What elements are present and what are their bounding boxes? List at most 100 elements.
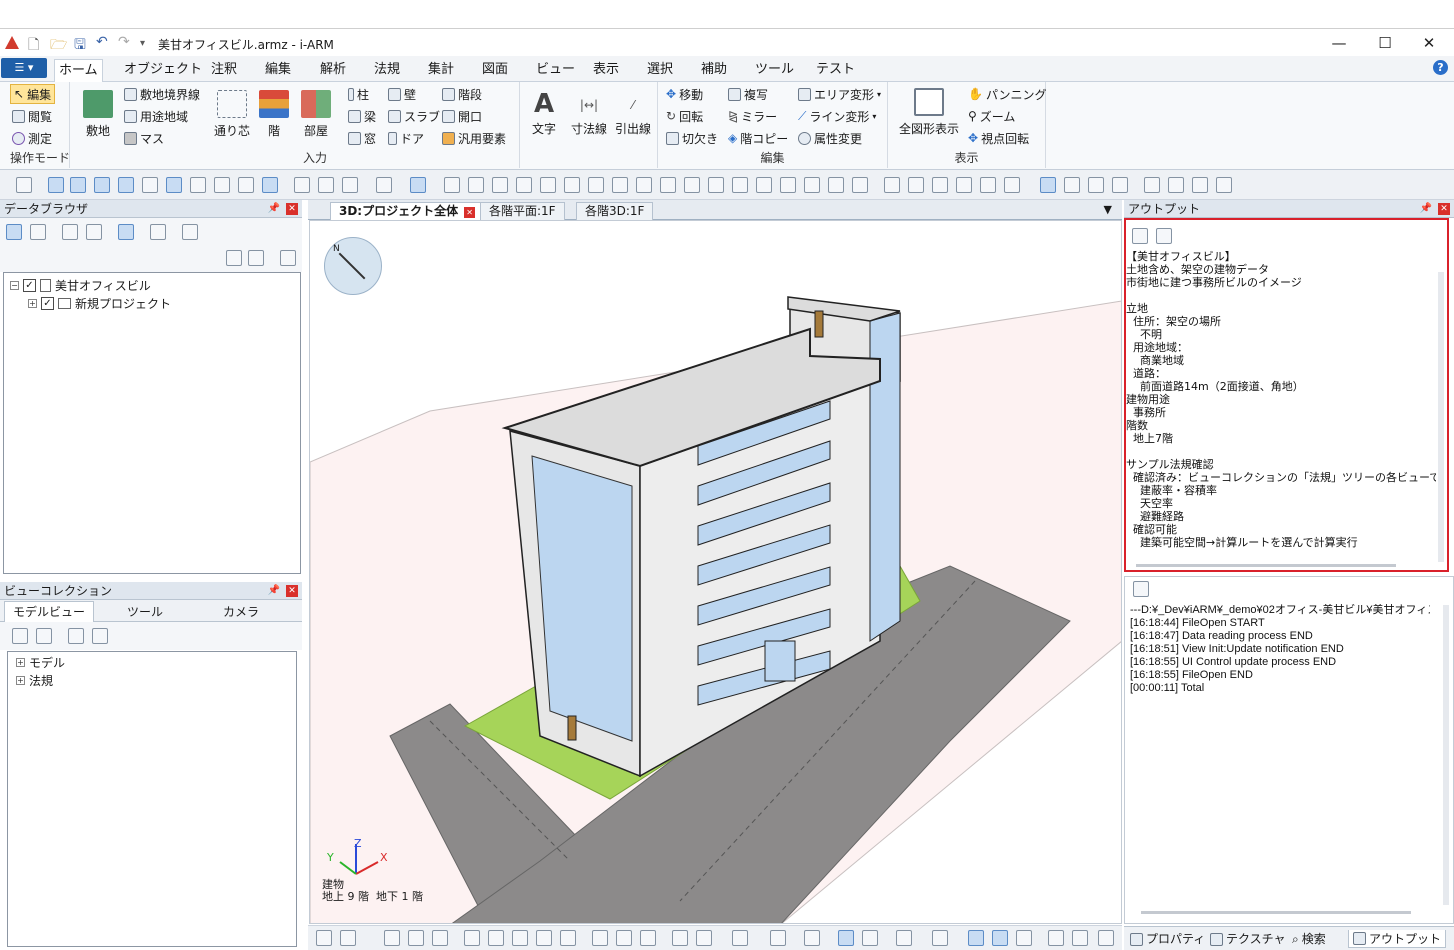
pin-icon[interactable]: 📌	[268, 200, 280, 218]
screen-icon[interactable]	[640, 930, 656, 946]
text-button[interactable]: A 文字	[528, 88, 560, 137]
snap-extra-icon[interactable]	[376, 177, 392, 193]
flag-icon[interactable]	[616, 930, 632, 946]
shade-icon[interactable]	[408, 930, 424, 946]
pin-icon[interactable]: 📌	[1420, 200, 1432, 218]
tab-search[interactable]: ⌕ 検索	[1292, 930, 1326, 948]
tab-display[interactable]: 表示	[589, 59, 623, 82]
view-image-icon[interactable]	[1112, 177, 1128, 193]
filter-search-icon[interactable]	[280, 250, 296, 266]
dot-grid-icon[interactable]	[294, 177, 310, 193]
view-tab-floor-plan-1f[interactable]: 各階平面:1F	[480, 202, 565, 220]
customize-quick-access-icon[interactable]: ▾	[140, 38, 145, 49]
settings-icon[interactable]	[1098, 930, 1114, 946]
add-view-icon[interactable]	[92, 628, 108, 644]
box-icon[interactable]	[896, 930, 912, 946]
tab-object[interactable]: オブジェクト	[120, 59, 206, 82]
view-layer-icon[interactable]	[1088, 177, 1104, 193]
log-hscrollbar[interactable]	[1141, 911, 1411, 914]
filter-model-icon[interactable]	[828, 177, 844, 193]
snap-perpendicular-icon[interactable]	[166, 177, 182, 193]
new-view-icon[interactable]	[36, 628, 52, 644]
tab-tools-view[interactable]: ツール	[100, 603, 190, 621]
layer-icon[interactable]	[696, 930, 712, 946]
zoom-button[interactable]: ⚲ ズーム	[968, 106, 1015, 126]
site-button[interactable]: 敷地	[80, 90, 116, 139]
new-file-icon[interactable]: 🗋	[28, 34, 39, 58]
filter-door-icon[interactable]	[636, 177, 652, 193]
clip-box-icon[interactable]	[1168, 177, 1184, 193]
filter-room-icon[interactable]	[684, 177, 700, 193]
filter-dimension-icon[interactable]	[884, 177, 900, 193]
tab-home[interactable]: ホーム	[54, 59, 103, 82]
filter-grid-icon[interactable]	[956, 177, 972, 193]
pan-button[interactable]: ✋ パンニング	[968, 84, 1047, 104]
beam-button[interactable]: 梁	[348, 106, 376, 126]
area-transform-button[interactable]: エリア変形 ▾	[798, 84, 881, 104]
view-paint-icon[interactable]	[1064, 177, 1080, 193]
tab-test[interactable]: テスト	[812, 59, 859, 82]
mass-button[interactable]: マス	[124, 128, 164, 148]
tree-delete-icon[interactable]	[182, 224, 198, 240]
window-button[interactable]: 窓	[348, 128, 376, 148]
filter-furniture-icon[interactable]	[852, 177, 868, 193]
cut-button[interactable]: 切欠き	[666, 128, 718, 148]
lock-icon[interactable]	[62, 224, 78, 240]
tab-assist[interactable]: 補助	[697, 59, 731, 82]
stairs-button[interactable]: 階段	[442, 84, 482, 104]
snap-grid-icon[interactable]	[262, 177, 278, 193]
mirror-button[interactable]: ⧎ ミラー	[728, 106, 777, 126]
door-button[interactable]: ドア	[388, 128, 424, 148]
close-button[interactable]: ✕	[1406, 32, 1452, 54]
filter-wall-icon[interactable]	[492, 177, 508, 193]
person-view-icon[interactable]	[862, 930, 878, 946]
tab-list-chevron-icon[interactable]: ▼	[1104, 203, 1112, 216]
tree-move-icon[interactable]	[150, 224, 166, 240]
tree-item-new-project[interactable]: + ✓ 新規プロジェクト	[28, 295, 171, 311]
fit-view-icon[interactable]	[488, 930, 504, 946]
floor-copy-button[interactable]: ◈ 階コピー	[728, 128, 788, 148]
grid-button[interactable]: 通り芯	[212, 90, 252, 139]
wall-button[interactable]: 壁	[388, 84, 416, 104]
view-option-icon[interactable]	[1040, 177, 1056, 193]
edit-mode-button[interactable]: ↖ 編集	[10, 84, 56, 104]
slab-button[interactable]: スラブ	[388, 106, 440, 126]
filter-select-icon[interactable]	[410, 177, 426, 193]
file-menu-button[interactable]: ☰ ▾	[1, 58, 47, 78]
filter-axis-icon[interactable]	[980, 177, 996, 193]
tree-expander[interactable]: +	[16, 657, 25, 667]
view-tab-floor-3d-1f[interactable]: 各階3D:1F	[576, 202, 654, 220]
tab-analysis[interactable]: 解析	[316, 59, 350, 82]
walk-icon[interactable]	[592, 930, 608, 946]
zoom-icon[interactable]	[512, 930, 528, 946]
copy-view-icon[interactable]	[12, 628, 28, 644]
display-style-icon[interactable]	[340, 930, 356, 946]
visibility-checkbox[interactable]: ✓	[41, 296, 54, 310]
close-tab-icon[interactable]: ✕	[464, 207, 476, 218]
output-scrollbar[interactable]	[1438, 272, 1444, 562]
save-icon[interactable]: 🖫	[74, 34, 86, 58]
snap-line-icon[interactable]	[142, 177, 158, 193]
hidden-line-icon[interactable]	[384, 930, 400, 946]
cube-view-icon[interactable]	[732, 930, 748, 946]
tab-view[interactable]: ビュー	[532, 59, 579, 82]
clip-icon[interactable]	[1144, 177, 1160, 193]
filter-house-icon[interactable]	[564, 177, 580, 193]
snap-center-icon[interactable]	[94, 177, 110, 193]
axis-icon[interactable]	[770, 930, 786, 946]
pin-icon[interactable]: 📌	[268, 582, 280, 600]
rotate-button[interactable]: ↻ 回転	[666, 106, 703, 126]
room-button[interactable]: 部屋	[298, 90, 334, 139]
shadow-icon[interactable]	[1016, 930, 1032, 946]
split-icon[interactable]	[804, 930, 820, 946]
section-icon[interactable]	[672, 930, 688, 946]
redo-icon[interactable]: ↷	[118, 34, 130, 50]
filter-window-icon[interactable]	[612, 177, 628, 193]
tree-item-project-root[interactable]: − ✓ 美甘オフィスビル	[10, 277, 151, 293]
tree-link-icon[interactable]	[118, 224, 134, 240]
filter-roof-icon[interactable]	[540, 177, 556, 193]
filter-annotation-icon[interactable]	[1004, 177, 1020, 193]
dropdown-icon[interactable]	[226, 250, 242, 266]
orbit-button[interactable]: ✥ 視点回転	[968, 128, 1029, 148]
clip-clear-icon[interactable]	[1192, 177, 1208, 193]
